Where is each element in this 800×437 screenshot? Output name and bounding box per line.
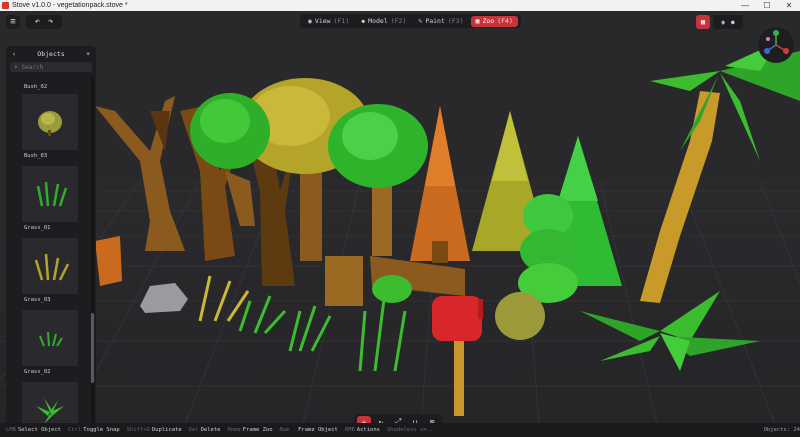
panel-title: Objects: [37, 50, 65, 58]
panel-scrollbar[interactable]: [91, 78, 94, 430]
mode-paint[interactable]: ✎ Paint (F3): [413, 16, 468, 27]
scrollbar-thumb[interactable]: [91, 313, 94, 383]
grid-toggle-button[interactable]: ▦: [696, 15, 710, 29]
maximize-button[interactable]: ☐: [756, 0, 778, 11]
grid-icon: ▦: [700, 18, 706, 26]
mode-model[interactable]: ◆ Model (F2): [356, 16, 411, 27]
menu-button[interactable]: ≡: [6, 15, 20, 29]
thumbnail: [22, 310, 78, 366]
add-object-button[interactable]: +: [86, 50, 90, 58]
back-icon[interactable]: ‹: [12, 50, 16, 58]
close-button[interactable]: ✕: [778, 0, 800, 11]
stump: [325, 256, 363, 306]
minimize-button[interactable]: —: [734, 0, 756, 11]
mode-view[interactable]: ◉ View (F1): [303, 16, 354, 27]
eye-icon: ◉: [308, 17, 312, 25]
scene-render[interactable]: [0, 11, 800, 437]
object-list: Bush_02 Bush_03 Grass_01 Grass_03 Grass_…: [6, 76, 90, 432]
window-controls: — ☐ ✕: [734, 0, 800, 11]
objects-panel: ‹ Objects + ⌕ Bush_02 Bush_03 Grass_0: [6, 46, 96, 434]
search-box[interactable]: ⌕: [10, 62, 92, 72]
brush-icon: ✎: [418, 17, 423, 25]
window-title: Stove v1.0.0 - vegetationpack.stove *: [12, 2, 128, 9]
redo-icon[interactable]: ↷: [48, 17, 53, 27]
status-bar: LMB Select Object Ctrl Toggle Snap Shift+D…: [0, 423, 800, 437]
small-bush: [372, 275, 412, 303]
mode-zoo[interactable]: ▦ Zoo (F4): [470, 15, 518, 27]
eye-icon[interactable]: ◉: [721, 19, 725, 26]
history-group: ↶ ↷: [26, 15, 62, 29]
shading-status: Shadeless on...: [386, 427, 437, 433]
thumbnail: [22, 238, 78, 294]
undo-icon[interactable]: ↶: [35, 17, 40, 27]
panel-header: ‹ Objects +: [6, 46, 96, 62]
title-bar: Stove v1.0.0 - vegetationpack.stove * — …: [0, 0, 800, 11]
view-tools: ▦ ◉ ●: [696, 15, 743, 29]
object-count: Objects: 24: [763, 427, 800, 433]
menu-icon: ≡: [10, 17, 16, 27]
shading-group: ◉ ●: [713, 15, 743, 29]
app-icon: [2, 2, 9, 9]
sphere-icon[interactable]: ●: [731, 19, 735, 26]
search-input[interactable]: [21, 63, 82, 71]
grid-icon: ▦: [475, 17, 480, 25]
search-icon: ⌕: [14, 63, 18, 71]
3d-viewport[interactable]: ≡ ↶ ↷ ◉ View (F1) ◆ Model (F2) ✎ Paint (…: [0, 11, 800, 437]
axis-gizmo[interactable]: [758, 27, 794, 63]
cube-icon: ◆: [361, 17, 366, 25]
thumbnail: [22, 166, 78, 222]
mode-bar: ◉ View (F1) ◆ Model (F2) ✎ Paint (F3) ▦ …: [300, 14, 521, 28]
thumbnail: [22, 94, 78, 150]
